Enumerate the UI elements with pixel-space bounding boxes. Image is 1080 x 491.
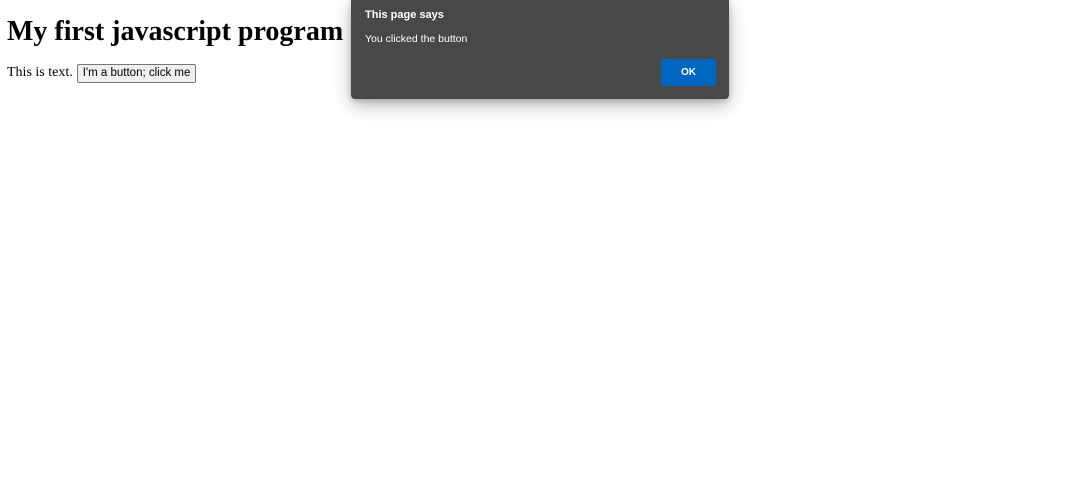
- alert-dialog: This page says You clicked the button OK: [351, 0, 729, 99]
- page-title: My first javascript program: [7, 16, 344, 47]
- content-line: This is text. I'm a button; click me: [7, 63, 197, 83]
- ok-button[interactable]: OK: [661, 59, 716, 86]
- dialog-message: You clicked the button: [365, 33, 468, 45]
- browser-page: My first javascript program This is text…: [0, 0, 1080, 491]
- click-me-button[interactable]: I'm a button; click me: [76, 63, 197, 83]
- dialog-title: This page says: [365, 9, 444, 21]
- body-text: This is text.: [7, 65, 73, 80]
